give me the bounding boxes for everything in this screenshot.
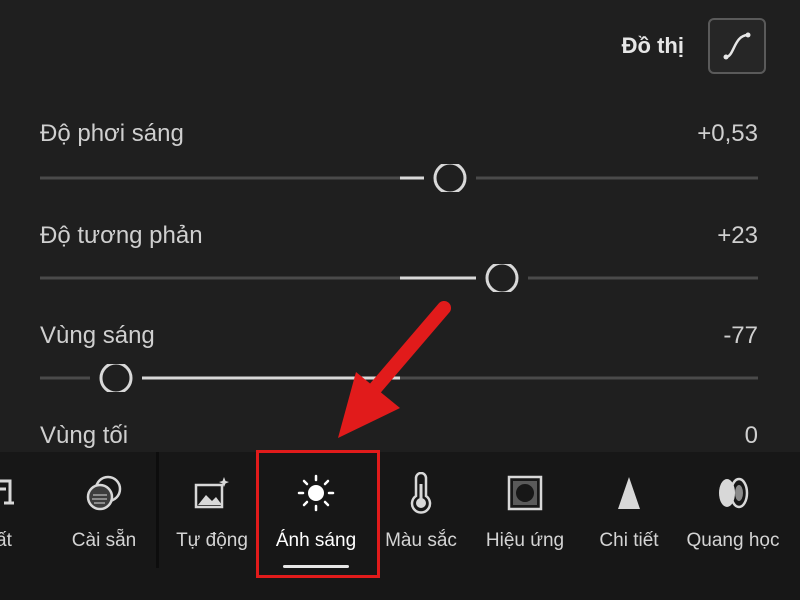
tool-presets[interactable]: Cài sẵn: [68, 468, 140, 552]
tool-auto[interactable]: Tự động: [172, 468, 252, 552]
curve-button[interactable]: [708, 18, 766, 74]
slider-label: Độ tương phản: [40, 222, 203, 249]
toolbar-divider: [156, 452, 159, 568]
slider-value[interactable]: -77: [723, 322, 758, 350]
tool-label: Quang học: [686, 530, 780, 551]
top-bar: Đồ thị: [622, 18, 766, 74]
auto-icon: [192, 468, 232, 518]
tool-crop[interactable]: ất: [0, 468, 20, 552]
tool-label: Màu sắc: [385, 530, 457, 551]
thermometer-icon: [406, 468, 436, 518]
slider-contrast: Độ tương phản +23: [40, 222, 758, 250]
lens-icon: [713, 468, 753, 518]
vignette-icon: [506, 468, 544, 518]
graph-label: Đồ thị: [621, 33, 684, 58]
exposure-slider-thumb[interactable]: [433, 164, 467, 192]
slider-value[interactable]: +23: [717, 222, 758, 250]
curve-icon: [723, 32, 751, 60]
tool-label: ất: [0, 530, 12, 551]
slider-value[interactable]: 0: [745, 422, 758, 450]
triangle-icon: [614, 468, 644, 518]
presets-icon: [84, 468, 124, 518]
contrast-slider-thumb[interactable]: [485, 264, 519, 292]
tool-label: Hiệu ứng: [485, 530, 565, 551]
slider-label: Vùng tối: [40, 422, 129, 449]
slider-label: Vùng sáng: [40, 322, 155, 349]
slider-value[interactable]: +0,53: [697, 120, 758, 148]
tool-optics[interactable]: Quang học: [684, 468, 782, 552]
tool-label: Chi tiết: [599, 530, 659, 551]
slider-label: Độ phơi sáng: [40, 120, 184, 147]
tool-detail[interactable]: Chi tiết: [594, 468, 664, 552]
crop-rotate-icon: [0, 468, 16, 518]
highlight-box: [256, 450, 380, 578]
highlights-slider-thumb[interactable]: [99, 364, 133, 392]
bottom-toolbar: ất Cài sẵn Tự động Ánh sáng Màu sắc Hiệu…: [0, 452, 800, 600]
tool-color[interactable]: Màu sắc: [384, 468, 458, 552]
contrast-slider-track[interactable]: [40, 264, 758, 292]
tool-label: Cài sẵn: [71, 530, 137, 551]
tool-effects[interactable]: Hiệu ứng: [484, 468, 566, 552]
exposure-slider-track[interactable]: [40, 164, 758, 192]
tool-label: Tự động: [176, 530, 248, 551]
red-arrow-icon: [338, 301, 451, 438]
slider-exposure: Độ phơi sáng +0,53: [40, 120, 758, 148]
